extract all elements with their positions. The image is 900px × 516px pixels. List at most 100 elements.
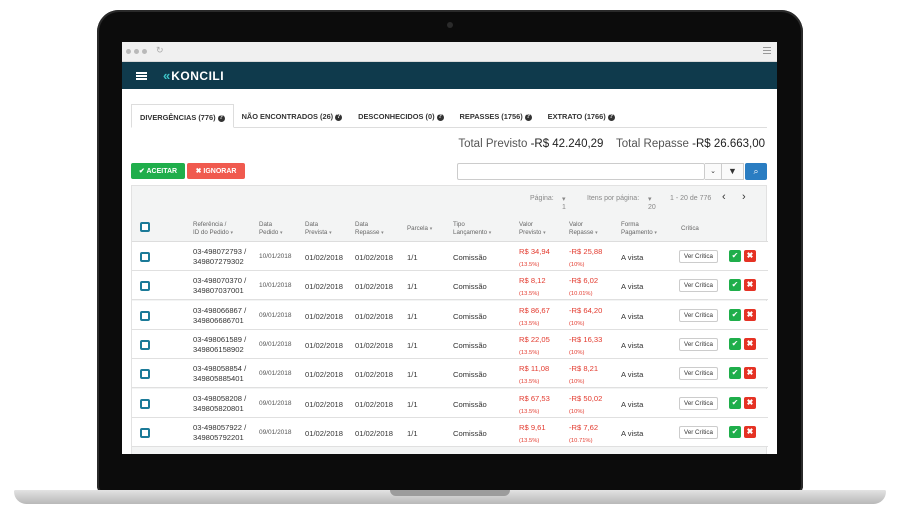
col-parcela[interactable]: Parcela ▾ — [407, 225, 432, 233]
approve-row-button[interactable]: ✔ — [729, 425, 741, 438]
tab-repasses[interactable]: REPASSES (1756)? — [452, 104, 540, 127]
screen: ↻ « KONCILI DIVERGÊNCIAS (776)? NÃO ENCO… — [122, 42, 777, 454]
ver-critica-button[interactable]: Ver Crítica — [679, 308, 718, 322]
col-data-pedido[interactable]: Data Pedido ▾ — [259, 221, 283, 237]
row-checkbox[interactable] — [140, 398, 150, 409]
ver-critica-button[interactable]: Ver Crítica — [679, 367, 718, 381]
row-checkbox[interactable] — [140, 281, 150, 292]
row-checkbox[interactable] — [140, 339, 150, 350]
total-previsto-label: Total Previsto — [458, 138, 528, 150]
filter-icon[interactable]: ▼ — [722, 163, 744, 180]
browser-bar: ↻ — [122, 42, 777, 62]
parcela-cell: 1/1 — [407, 311, 418, 321]
valor-repasse-cell: -R$ 50,02 (10%) — [569, 393, 603, 415]
data-pedido-cell: 09/01/2018 — [259, 340, 292, 348]
logo: KONCILI — [171, 68, 225, 83]
tab-extrato[interactable]: EXTRATO (1766)? — [540, 104, 623, 127]
data-pedido-cell: 09/01/2018 — [259, 399, 292, 407]
tab-nao-encontrados[interactable]: NÃO ENCONTRADOS (26)? — [234, 104, 351, 127]
ver-critica-button[interactable]: Ver Crítica — [679, 337, 718, 351]
valor-previsto-cell: R$ 11,08 (13.5%) — [519, 364, 550, 386]
ignore-button[interactable]: ✖ IGNORAR — [187, 163, 245, 179]
chevron-down-icon[interactable]: ⌄ — [705, 163, 722, 180]
approve-row-button[interactable]: ✔ — [729, 279, 741, 292]
parcela-cell: 1/1 — [407, 399, 418, 409]
logo-mark-icon: « — [163, 68, 170, 83]
col-data-prevista[interactable]: Data Prevista ▾ — [305, 221, 332, 237]
browser-menu-icon[interactable] — [763, 47, 771, 54]
search-button[interactable]: ⌕ — [745, 163, 767, 180]
parcela-cell: 1/1 — [407, 253, 418, 262]
ref-cell: 03-498061589 /349806158902 — [193, 334, 247, 354]
reject-row-button[interactable]: ✖ — [744, 279, 756, 292]
accept-button[interactable]: ✔ ACEITAR — [131, 163, 185, 179]
approve-row-button[interactable]: ✔ — [729, 396, 741, 409]
reject-row-button[interactable]: ✖ — [744, 308, 756, 321]
help-icon: ? — [607, 113, 615, 121]
row-checkbox[interactable] — [140, 369, 150, 380]
ver-critica-button[interactable]: Ver Crítica — [679, 396, 718, 410]
ver-critica-button[interactable]: Ver Crítica — [679, 279, 718, 293]
close-icon: ✖ — [746, 251, 754, 260]
total-previsto-value: -R$ 42.240,29 — [530, 138, 604, 150]
tab-desconhecidos[interactable]: DESCONHECIDOS (0)? — [350, 104, 451, 127]
close-icon: ✖ — [746, 338, 754, 348]
col-forma-pagamento[interactable]: Forma Pagamento ▾ — [621, 221, 657, 237]
approve-row-button[interactable]: ✔ — [729, 367, 741, 380]
ver-critica-button[interactable]: Ver Crítica — [679, 425, 718, 439]
col-data-repasse[interactable]: Data Repasse ▾ — [355, 221, 384, 237]
window-controls[interactable] — [126, 49, 147, 54]
row-checkbox[interactable] — [140, 310, 150, 321]
valor-repasse-cell: -R$ 7,62 (10.71%) — [569, 422, 599, 444]
col-referencia[interactable]: Referência / ID do Pedido ▾ — [193, 221, 233, 237]
reject-row-button[interactable]: ✖ — [744, 337, 756, 350]
data-prevista-cell: 01/02/2018 — [305, 253, 344, 262]
prev-page-button[interactable]: ‹ — [722, 191, 726, 203]
tipo-cell: Comissão — [453, 399, 487, 409]
forma-pagamento-cell: A vista — [621, 282, 644, 292]
table-row: 03-498061589 /349806158902 09/01/2018 01… — [132, 329, 768, 359]
check-icon: ✔ — [731, 397, 739, 407]
reject-row-button[interactable]: ✖ — [744, 250, 756, 262]
reject-row-button[interactable]: ✖ — [744, 367, 756, 380]
col-valor-previsto[interactable]: Valor Previsto ▾ — [519, 221, 546, 237]
forma-pagamento-cell: A vista — [621, 253, 644, 262]
search-icon: ⌕ — [753, 166, 759, 176]
approve-row-button[interactable]: ✔ — [729, 337, 741, 350]
reject-row-button[interactable]: ✖ — [744, 396, 756, 409]
select-all-checkbox[interactable] — [140, 222, 150, 232]
refresh-icon[interactable]: ↻ — [156, 45, 164, 56]
ref-cell: 03-498066867 /349806686701 — [193, 305, 247, 325]
col-critica: Crítica — [681, 225, 699, 232]
table-row: 03-498058208 /349805820801 09/01/2018 01… — [132, 388, 768, 418]
page-range: 1 - 20 de 776 — [670, 195, 712, 202]
page-select[interactable]: 1 ▾ — [562, 195, 566, 211]
ver-critica-button[interactable]: Ver Crítica — [679, 250, 718, 263]
parcela-cell: 1/1 — [407, 370, 418, 380]
row-checkbox[interactable] — [140, 252, 150, 262]
help-icon: ? — [217, 114, 225, 122]
col-tipo-lancamento[interactable]: Tipo Lançamento ▾ — [453, 221, 491, 237]
parcela-cell: 1/1 — [407, 428, 418, 438]
data-prevista-cell: 01/02/2018 — [305, 399, 344, 409]
col-valor-repasse[interactable]: Valor Repasse ▾ — [569, 221, 598, 237]
valor-previsto-cell: R$ 22,05 (13.5%) — [519, 334, 550, 356]
total-repasse-value: -R$ 26.663,00 — [692, 138, 765, 150]
valor-repasse-cell: -R$ 8,21 (10%) — [569, 364, 599, 386]
tab-divergencias[interactable]: DIVERGÊNCIAS (776)? — [131, 104, 234, 128]
approve-row-button[interactable]: ✔ — [729, 308, 741, 321]
per-page-label: Itens por página: — [587, 195, 640, 202]
tipo-cell: Comissão — [453, 340, 487, 350]
reject-row-button[interactable]: ✖ — [744, 425, 756, 438]
row-checkbox[interactable] — [140, 427, 150, 438]
per-page-select[interactable]: 20 ▾ — [648, 195, 656, 211]
valor-previsto-cell: R$ 9,61 (13.5%) — [519, 422, 546, 444]
tipo-cell: Comissão — [453, 311, 487, 321]
hamburger-icon[interactable] — [136, 71, 147, 80]
next-page-button[interactable]: › — [742, 191, 746, 203]
app-header: « KONCILI — [122, 62, 777, 89]
ref-cell: 03-498058208 /349805820801 — [193, 393, 247, 413]
valor-repasse-cell: -R$ 16,33 (10%) — [569, 334, 603, 356]
search-input[interactable] — [457, 163, 705, 180]
approve-row-button[interactable]: ✔ — [729, 250, 741, 262]
